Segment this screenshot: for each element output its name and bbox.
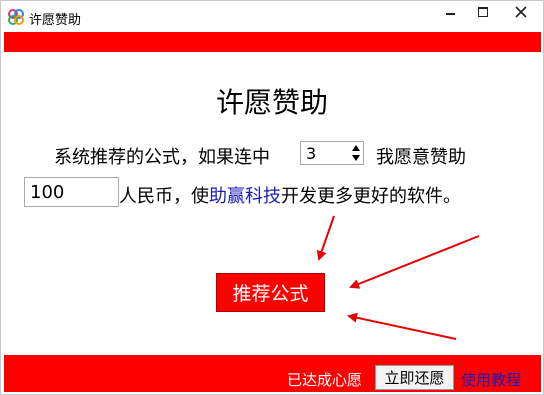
close-button[interactable] (499, 1, 543, 23)
sentence-part-1: 系统推荐的公式，如果连中 (54, 147, 270, 168)
periods-value[interactable]: 3 (306, 144, 316, 163)
page-heading: 许愿赞助 (215, 86, 328, 119)
app-icon (8, 9, 24, 25)
maximize-button[interactable] (468, 1, 498, 23)
sentence-part-3: 人民币，使 (119, 186, 209, 207)
repay-now-button[interactable]: 立即还愿 (375, 365, 454, 390)
spin-up-icon[interactable] (352, 145, 360, 151)
title-bar: 许愿赞助 (1, 1, 543, 32)
brand-name: 助赢科技 (209, 186, 281, 207)
window-title: 许愿赞助 (29, 13, 82, 28)
sentence-line-2: 人民币，使助赢科技开发更多更好的软件。 (119, 182, 461, 208)
arrow-1 (316, 215, 335, 261)
minimize-button[interactable] (435, 1, 465, 23)
sentence-line-1: 系统推荐的公式，如果连中 期，我愿意赞助 (54, 143, 466, 169)
main-window: 许愿赞助 许愿赞助 系统推荐的公式，如果连中期，我愿意赞助 3 人民币，使助赢科… (0, 0, 544, 395)
arrow-2 (349, 235, 480, 289)
arrow-3 (347, 312, 457, 340)
sentence-part-4: 开发更多更好的软件。 (281, 186, 461, 207)
minimize-icon (445, 13, 455, 15)
close-icon (515, 6, 527, 18)
periods-spinbox[interactable]: 3 (300, 141, 364, 165)
spin-arrows[interactable] (351, 143, 362, 163)
tutorial-link[interactable]: 使用教程 (461, 369, 521, 390)
maximize-icon (478, 7, 488, 17)
amount-input[interactable] (24, 177, 119, 207)
spin-down-icon[interactable] (352, 155, 360, 161)
recommend-formula-button[interactable]: 推荐公式 (216, 273, 325, 312)
achieved-wish-text: 已达成心愿 (287, 371, 363, 389)
top-banner (4, 32, 541, 52)
